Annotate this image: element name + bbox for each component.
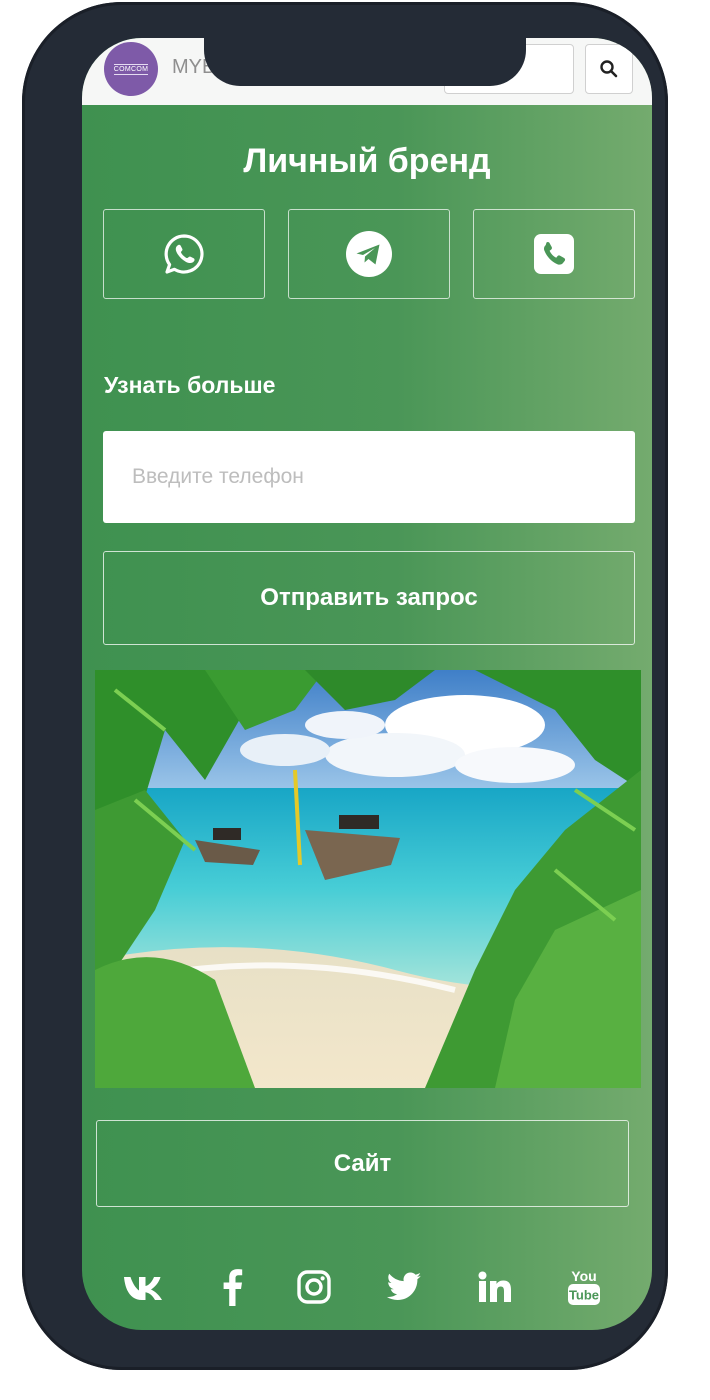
logo-text: COMCOM	[113, 63, 149, 75]
instagram-link[interactable]	[289, 1262, 339, 1312]
whatsapp-button[interactable]	[103, 209, 265, 299]
phone-screen: COMCOM MYB Личный бренд Узнать больше Вв…	[82, 38, 652, 1330]
learn-more-label: Узнать больше	[104, 372, 276, 398]
youtube-text-bottom: Tube	[569, 1288, 599, 1303]
phone-number-input[interactable]	[103, 431, 635, 523]
phone-frame: COMCOM MYB Личный бренд Узнать больше Вв…	[22, 2, 668, 1370]
submit-request-button[interactable]: Отправить запрос	[103, 551, 635, 645]
phone-icon	[534, 234, 574, 274]
youtube-icon: You Tube	[568, 1268, 600, 1305]
vk-icon	[124, 1277, 162, 1300]
page-title: Личный бренд	[243, 142, 491, 180]
site-label: Сайт	[333, 1149, 392, 1177]
submit-request-label: Отправить запрос	[260, 584, 478, 611]
telegram-button[interactable]	[288, 209, 450, 299]
site-button[interactable]: Сайт	[96, 1120, 629, 1207]
youtube-text-top: You	[571, 1268, 596, 1284]
telegram-icon	[346, 231, 392, 277]
phone-call-button[interactable]	[473, 209, 635, 299]
whatsapp-icon	[164, 234, 204, 274]
phone-notch	[204, 10, 526, 86]
search-icon	[600, 60, 618, 78]
brand-logo[interactable]: COMCOM	[104, 42, 158, 96]
twitter-icon	[386, 1272, 421, 1300]
linkedin-link[interactable]	[470, 1262, 520, 1312]
vk-link[interactable]	[119, 1262, 169, 1312]
search-button[interactable]	[585, 44, 633, 94]
youtube-link[interactable]: You Tube	[559, 1262, 609, 1312]
facebook-icon	[223, 1269, 243, 1306]
twitter-link[interactable]	[379, 1262, 429, 1312]
instagram-icon	[297, 1270, 331, 1304]
tropical-beach-picture	[95, 670, 641, 1088]
hero-image	[95, 670, 641, 1088]
facebook-link[interactable]	[207, 1262, 257, 1312]
linkedin-icon	[478, 1271, 511, 1302]
